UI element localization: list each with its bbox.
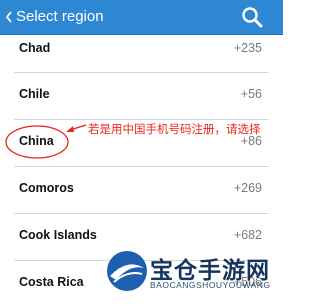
chevron-left-icon[interactable] <box>4 8 14 26</box>
region-name: Costa Rica <box>19 275 84 289</box>
region-code: +269 <box>233 181 262 195</box>
annotation-text: 若是用中国手机号码注册，请选择 <box>88 124 261 136</box>
watermark-subtitle: BAOCANGSHOUYOUWANG <box>150 280 271 290</box>
search-icon[interactable] <box>240 5 264 29</box>
region-name: Chile <box>19 87 50 101</box>
region-name: Chad <box>19 41 51 55</box>
region-name: China <box>19 134 54 148</box>
region-row-chile[interactable]: Chile +56 <box>0 73 283 120</box>
region-row-comoros[interactable]: Comoros +269 <box>0 167 283 214</box>
watermark: 宝仓手游网 BAOCANGSHOUYOUWANG <box>104 248 283 298</box>
watermark-logo-icon <box>107 251 147 291</box>
region-code: +682 <box>233 228 262 242</box>
region-code: +235 <box>233 41 262 55</box>
region-name: Cook Islands <box>19 228 97 242</box>
region-row-chad[interactable]: Chad +235 <box>0 27 283 74</box>
region-code: +56 <box>240 87 262 101</box>
page-title: Select region <box>16 8 104 25</box>
region-name: Comoros <box>19 181 74 195</box>
